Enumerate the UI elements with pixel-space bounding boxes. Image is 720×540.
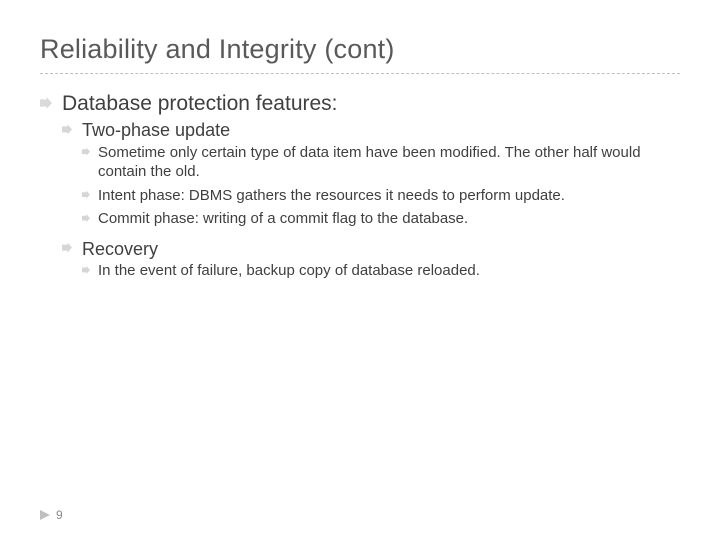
title-divider [40, 73, 680, 74]
slide-title: Reliability and Integrity (cont) [40, 34, 680, 65]
bullet-lvl3-item: Commit phase: writing of a commit flag t… [82, 209, 680, 229]
bullet-list-level1: Database protection features: Two-phase … [40, 90, 680, 280]
bullet-lvl2-text: Recovery [82, 239, 158, 259]
bullet-list-level3: In the event of failure, backup copy of … [82, 261, 680, 281]
bullet-list-level2: Two-phase update Sometime only certain t… [62, 118, 680, 280]
slide: Reliability and Integrity (cont) Databas… [0, 0, 720, 540]
bullet-lvl3-item: In the event of failure, backup copy of … [82, 261, 680, 281]
page-number: 9 [56, 508, 63, 522]
bullet-lvl3-item: Sometime only certain type of data item … [82, 143, 680, 182]
bullet-lvl2-item: Two-phase update Sometime only certain t… [62, 118, 680, 228]
bullet-lvl1-item: Database protection features: Two-phase … [40, 90, 680, 280]
page-marker-icon [40, 510, 50, 520]
bullet-list-level3: Sometime only certain type of data item … [82, 143, 680, 229]
slide-footer: 9 [40, 508, 63, 522]
bullet-lvl3-item: Intent phase: DBMS gathers the resources… [82, 186, 680, 206]
bullet-lvl2-text: Two-phase update [82, 120, 230, 140]
bullet-lvl1-text: Database protection features: [62, 92, 338, 115]
bullet-lvl2-item: Recovery In the event of failure, backup… [62, 237, 680, 281]
